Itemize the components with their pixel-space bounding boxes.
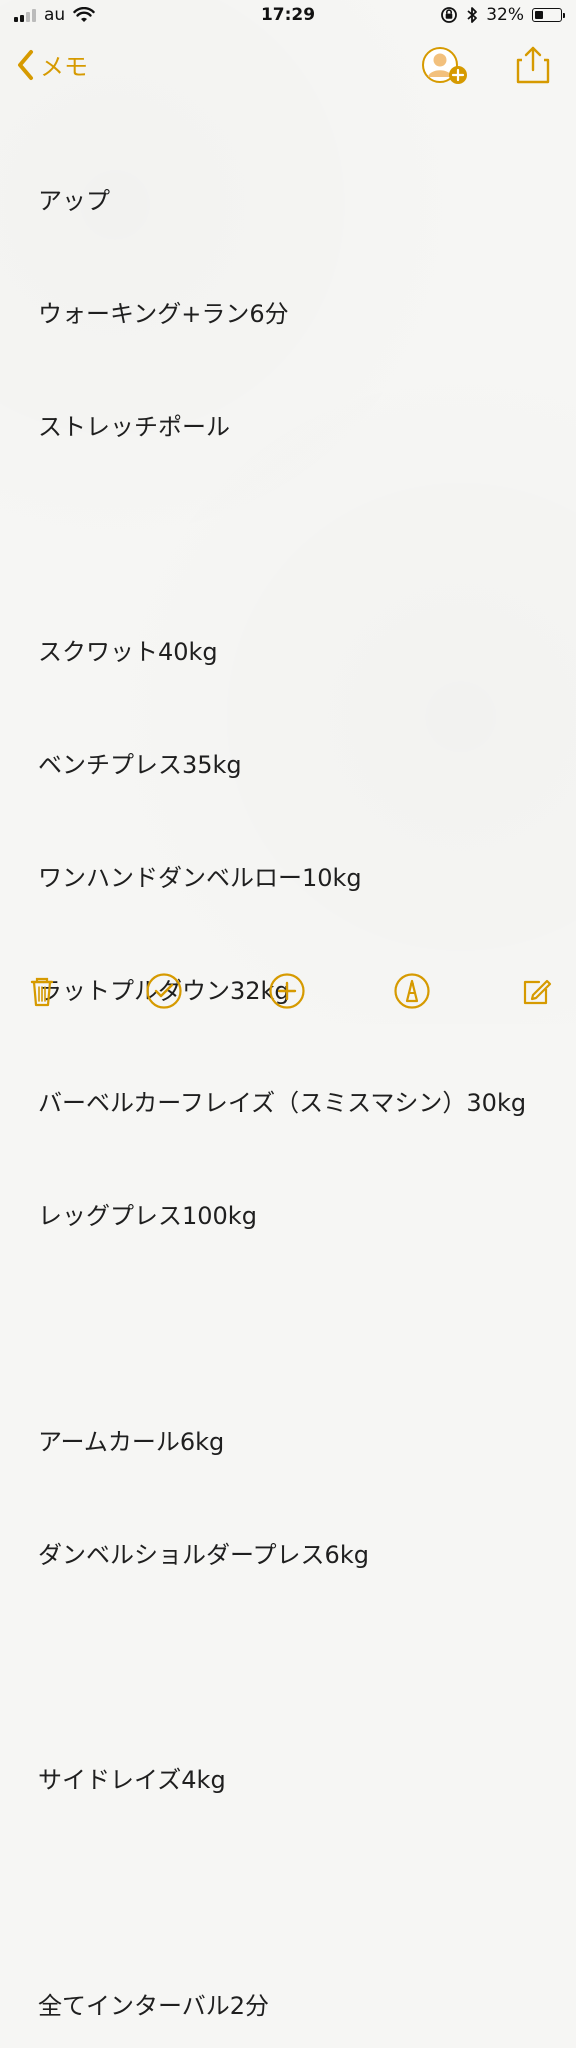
back-label: メモ [40,53,88,81]
battery-icon [532,8,565,22]
compose-icon [523,979,552,1005]
note-line: サイドレイズ4kg [38,1766,226,1795]
note-line: アームカール6kg [38,1427,225,1456]
note-line: バーベルカーフレイズ（スミスマシン）30kg [38,1089,527,1118]
orientation-lock-icon [441,7,458,23]
note-line: ストレッチポール [38,412,230,441]
note-line: レッグプレス100kg [38,1202,257,1231]
back-button[interactable]: メモ [14,47,88,82]
note-line [38,1649,558,1687]
add-person-button[interactable] [419,44,473,86]
checklist-icon [146,973,182,1009]
trash-icon [30,977,54,1007]
status-right: 32% [440,5,565,25]
battery-percentage: 32% [486,5,524,25]
share-button[interactable] [512,44,554,86]
note-line: ウォーキング+ラン6分 [38,299,289,328]
note-line: ワンハンドダンベルロー10kg [38,863,362,892]
bottom-toolbar [0,964,576,1024]
status-bar: au 17:29 32% [0,0,576,34]
note-line: アップ [38,187,110,216]
note-body[interactable]: アップ ウォーキング+ラン6分 ストレッチポール スクワット40kg ベンチプレ… [38,108,558,2048]
compose-button[interactable] [515,970,557,1012]
share-icon [516,46,550,84]
delete-button[interactable] [21,970,63,1012]
checklist-button[interactable] [143,970,185,1012]
sketch-icon [394,973,430,1009]
note-line [38,1311,558,1349]
chevron-left-icon [18,49,33,80]
add-button[interactable] [266,970,308,1012]
note-line: 全てインターバル2分 [38,1991,270,2020]
note-line: ダンベルショルダープレス6kg [38,1540,369,1569]
note-line [38,1875,558,1913]
add-person-icon [422,47,467,84]
navigation-bar: メモ [0,34,576,94]
note-line: スクワット40kg [38,638,218,667]
note-line: ベンチプレス35kg [38,751,242,780]
add-icon [269,973,305,1009]
bluetooth-icon [467,7,478,23]
sketch-button[interactable] [391,970,433,1012]
note-line [38,522,558,560]
